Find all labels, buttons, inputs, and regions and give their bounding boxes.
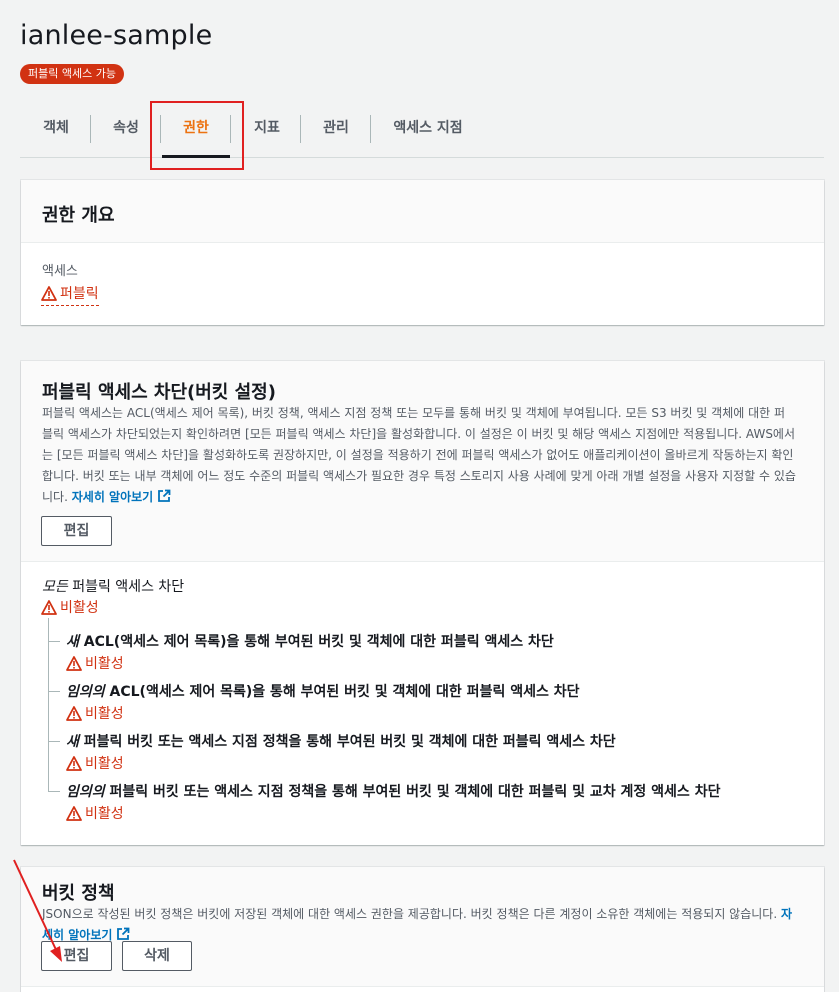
bucket-policy-description: JSON으로 작성된 버킷 정책은 버킷에 저장된 객체에 대한 액세스 권한을…	[42, 904, 796, 946]
rule-text: ACL(액세스 제어 목록)을 통해 부여된 버킷 및 객체에 대한 퍼블릭 액…	[78, 634, 554, 650]
warning-icon	[66, 655, 82, 671]
tree-connector-line	[48, 618, 49, 791]
permissions-overview-panel: 권한 개요 액세스 퍼블릭	[21, 180, 824, 325]
access-status-label: 퍼블릭	[60, 286, 99, 302]
description-text: 퍼블릭 액세스는 ACL(액세스 제어 목록), 버킷 정책, 액세스 지점 정…	[42, 406, 796, 504]
rule-any-policy-title: 임의의 퍼블릭 버킷 또는 액세스 지점 정책을 통해 부여된 버킷 및 객체에…	[66, 781, 720, 801]
bucket-policy-panel: 버킷 정책 JSON으로 작성된 버킷 정책은 버킷에 저장된 객체에 대한 액…	[21, 867, 824, 992]
rule-new-acl-title: 새 ACL(액세스 제어 목록)을 통해 부여된 버킷 및 객체에 대한 퍼블릭…	[66, 631, 554, 651]
access-status[interactable]: 퍼블릭	[41, 283, 99, 306]
rule-emphasis: 새	[66, 634, 79, 650]
panel-header: 퍼블릭 액세스 차단(버킷 설정) 퍼블릭 액세스는 ACL(액세스 제어 목록…	[21, 361, 824, 562]
annotation-arrow-icon	[13, 859, 62, 962]
rule-new-policy-title: 새 퍼블릭 버킷 또는 액세스 지점 정책을 통해 부여된 버킷 및 객체에 대…	[66, 731, 616, 751]
status-label: 비활성	[85, 806, 124, 822]
tree-branch	[48, 741, 60, 742]
tree-branch	[48, 641, 60, 642]
external-link-icon[interactable]	[157, 489, 171, 503]
block-all-rule-status: 비활성	[41, 597, 99, 617]
rule-emphasis: 모든	[42, 579, 68, 595]
tab-access-points[interactable]: 액세스 지점	[376, 100, 480, 158]
block-public-access-description: 퍼블릭 액세스는 ACL(액세스 제어 목록), 버킷 정책, 액세스 지점 정…	[42, 403, 796, 508]
tab-divider	[90, 115, 91, 143]
panel-header: 버킷 정책 JSON으로 작성된 버킷 정책은 버킷에 저장된 객체에 대한 액…	[21, 867, 824, 987]
tab-management[interactable]: 관리	[304, 100, 368, 158]
learn-more-link[interactable]: 자세히 알아보기	[72, 490, 153, 504]
permissions-overview-title: 권한 개요	[42, 205, 115, 226]
status-label: 비활성	[85, 756, 124, 772]
public-access-badge: 퍼블릭 액세스 가능	[20, 64, 124, 84]
tab-divider	[370, 115, 371, 143]
rule-text: 퍼블릭 버킷 또는 액세스 지점 정책을 통해 부여된 버킷 및 객체에 대한 …	[104, 784, 721, 800]
block-public-access-panel: 퍼블릭 액세스 차단(버킷 설정) 퍼블릭 액세스는 ACL(액세스 제어 목록…	[21, 361, 824, 845]
rule-text: 퍼블릭 액세스 차단	[67, 579, 185, 595]
rule-any-acl-status: 비활성	[66, 703, 124, 723]
warning-icon	[41, 285, 57, 301]
rule-new-acl-status: 비활성	[66, 653, 124, 673]
warning-icon	[66, 755, 82, 771]
status-label: 비활성	[85, 706, 124, 722]
tree-branch	[48, 791, 60, 792]
block-all-rule-title: 모든 퍼블릭 액세스 차단	[42, 576, 184, 596]
tab-divider	[160, 115, 161, 143]
warning-icon	[66, 705, 82, 721]
panel-header: 권한 개요	[21, 180, 824, 243]
rule-emphasis: 새	[66, 734, 79, 750]
status-label: 비활성	[60, 600, 99, 616]
rule-emphasis: 임의의	[66, 784, 105, 800]
external-link-icon[interactable]	[116, 927, 130, 941]
access-label: 액세스	[42, 264, 78, 279]
warning-icon	[66, 805, 82, 821]
tab-divider	[230, 115, 231, 143]
status-label: 비활성	[85, 656, 124, 672]
rule-any-policy-status: 비활성	[66, 803, 124, 823]
tab-divider	[300, 115, 301, 143]
block-public-access-title: 퍼블릭 액세스 차단(버킷 설정)	[42, 382, 276, 403]
tab-permissions[interactable]: 권한	[162, 100, 230, 158]
delete-bucket-policy-button[interactable]: 삭제	[122, 941, 192, 971]
tab-objects[interactable]: 객체	[24, 100, 88, 158]
description-text: JSON으로 작성된 버킷 정책은 버킷에 저장된 객체에 대한 액세스 권한을…	[42, 907, 778, 921]
rule-emphasis: 임의의	[66, 684, 105, 700]
bucket-tabs: 객체 속성 권한 지표 관리 액세스 지점	[20, 100, 824, 158]
bucket-name-title: ianlee-sample	[20, 20, 213, 51]
rule-text: 퍼블릭 버킷 또는 액세스 지점 정책을 통해 부여된 버킷 및 객체에 대한 …	[78, 734, 616, 750]
rule-new-policy-status: 비활성	[66, 753, 124, 773]
tree-branch	[48, 691, 60, 692]
edit-block-public-access-button[interactable]: 편집	[41, 516, 112, 546]
warning-icon	[41, 599, 57, 615]
tab-properties[interactable]: 속성	[94, 100, 158, 158]
rule-text: ACL(액세스 제어 목록)을 통해 부여된 버킷 및 객체에 대한 퍼블릭 액…	[104, 684, 580, 700]
tab-metrics[interactable]: 지표	[234, 100, 300, 158]
rule-any-acl-title: 임의의 ACL(액세스 제어 목록)을 통해 부여된 버킷 및 객체에 대한 퍼…	[66, 681, 579, 701]
